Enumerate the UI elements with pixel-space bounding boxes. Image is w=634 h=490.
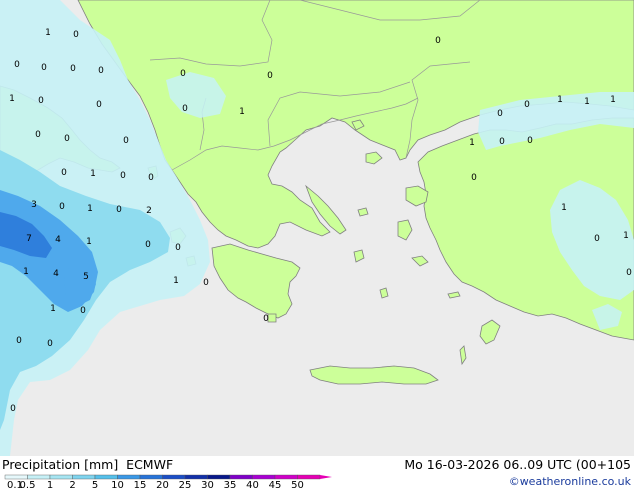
legend-swatch [139, 474, 163, 480]
precip-value-label: 1 [87, 204, 93, 214]
precip-value-label: 0 [98, 66, 104, 76]
source-credit: ©weatheronline.co.uk [508, 475, 631, 488]
legend-swatch [274, 474, 298, 480]
precip-value-label: 0 [471, 173, 477, 183]
precip-value-label: 0 [180, 69, 186, 79]
precip-value-label: 0 [175, 243, 181, 253]
legend-swatch [117, 474, 141, 480]
precip-value-label: 4 [55, 235, 61, 245]
legend-swatch [4, 474, 28, 480]
legend-label: 50 [291, 480, 304, 489]
precip-value-label: 1 [45, 28, 51, 38]
legend-label: 30 [201, 480, 214, 489]
precip-value-label: 0 [499, 137, 505, 147]
precip-value-label: 1 [86, 237, 92, 247]
precip-value-label: 0 [80, 306, 86, 316]
legend-label: 40 [246, 480, 259, 489]
legend-label: 15 [134, 480, 147, 489]
precip-value-label: 0 [59, 202, 65, 212]
color-legend: 0.10.5 1 2 5 10 15 20 25 30 35 40 45 50 [4, 474, 332, 489]
model-name: ECMWF [126, 457, 174, 472]
precip-value-label: 0 [145, 240, 151, 250]
precip-value-label: 0 [527, 136, 533, 146]
precip-value-label: 7 [26, 234, 32, 244]
precip-value-label: 1 [9, 94, 15, 104]
precip-value-label: 0 [263, 314, 269, 324]
legend-label: 20 [156, 480, 169, 489]
precip-value-label: 5 [83, 272, 89, 282]
legend-label: 45 [269, 480, 282, 489]
precip-value-label: 0 [435, 36, 441, 46]
legend-swatch [94, 474, 118, 480]
precip-value-label: 0 [123, 136, 129, 146]
precip-value-label: 0 [10, 404, 16, 414]
precip-value-label: 0 [16, 336, 22, 346]
legend-swatch [184, 474, 208, 480]
precip-value-label: 0 [182, 104, 188, 114]
legend-label: 5 [92, 480, 98, 489]
legend-swatch [27, 474, 51, 480]
precip-value-label: 1 [173, 276, 179, 286]
precip-value-label: 1 [239, 107, 245, 117]
precip-value-label: 0 [41, 63, 47, 73]
precip-value-label: 0 [14, 60, 20, 70]
legend-swatch [49, 474, 73, 480]
precip-value-label: 0 [148, 173, 154, 183]
legend-swatch [72, 474, 96, 480]
precip-value-label: 1 [557, 95, 563, 105]
weather-map-figure: 1000001000000000101001110030102741001451… [0, 0, 634, 490]
legend-label: 0.5 [20, 480, 36, 489]
precip-value-label: 0 [203, 278, 209, 288]
precip-value-label: 1 [561, 203, 567, 213]
legend-label: 2 [69, 480, 75, 489]
legend-label: 10 [111, 480, 124, 489]
map-title-text: Precipitation [mm] [2, 457, 119, 472]
valid-time: Mo 16-03-2026 06..09 UTC (00+105 [404, 457, 631, 472]
precip-value-label: 0 [47, 339, 53, 349]
precip-value-label: 0 [626, 268, 632, 278]
map-title: Precipitation [mm] ECMWF [2, 458, 173, 472]
precip-value-label: 0 [61, 168, 67, 178]
precip-value-label: 0 [267, 71, 273, 81]
legend-swatch [297, 474, 321, 480]
legend-swatch [207, 474, 231, 480]
precip-value-label: 1 [610, 95, 616, 105]
precip-value-label: 0 [497, 109, 503, 119]
legend-label: 35 [224, 480, 237, 489]
precip-value-label: 0 [64, 134, 70, 144]
legend-label: 25 [179, 480, 192, 489]
precip-value-label: 0 [35, 130, 41, 140]
precip-value-label: 1 [469, 138, 475, 148]
precip-value-label: 0 [594, 234, 600, 244]
precip-value-label: 1 [23, 267, 29, 277]
precip-value-label: 0 [38, 96, 44, 106]
precip-value-label: 0 [524, 100, 530, 110]
precip-value-label: 3 [31, 200, 37, 210]
precip-value-label: 1 [50, 304, 56, 314]
precip-value-label: 1 [623, 231, 629, 241]
legend-swatch [229, 474, 253, 480]
kythira [267, 313, 277, 323]
precip-value-label: 0 [96, 100, 102, 110]
precip-value-label: 0 [70, 64, 76, 74]
precip-value-label: 0 [73, 30, 79, 40]
precip-value-label: 0 [120, 171, 126, 181]
precip-value-label: 1 [90, 169, 96, 179]
legend-swatch [252, 474, 276, 480]
precip-value-label: 0 [116, 205, 122, 215]
precipitation-map: 1 0 0 0 0 0 1 0 0 0 0 0 0 0 0 0 1 0 1 0 0 1 1 1 0 0 3 0 1 0 2 7 4 1 0 0 1 4 5 1… [0, 0, 634, 456]
legend-label: 1 [47, 480, 53, 489]
precip-value-label: 2 [146, 206, 152, 216]
legend-swatch [162, 474, 186, 480]
precip-value-label: 1 [584, 97, 590, 107]
precip-value-label: 4 [53, 269, 59, 279]
map-footer: Precipitation [mm] ECMWF Mo 16-03-2026 0… [0, 456, 634, 490]
legend-arrow [320, 475, 332, 479]
